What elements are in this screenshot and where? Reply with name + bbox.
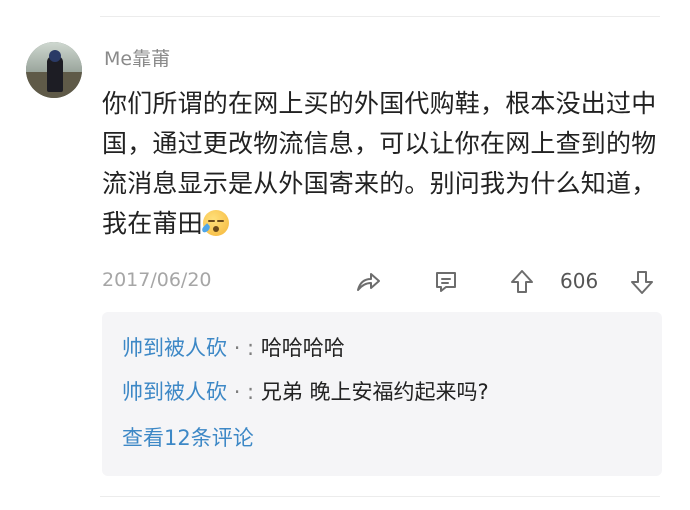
- upvote-arrow-icon: [511, 270, 533, 293]
- top-divider: [100, 16, 660, 17]
- reply-separator: · :: [233, 380, 255, 404]
- comment-body: 你们所谓的在网上买的外国代购鞋，根本没出过中国，通过更改物流信息，可以让你在网上…: [102, 84, 672, 244]
- reply-separator: · :: [233, 336, 255, 360]
- sleepy-face-emoji-icon: [200, 210, 229, 236]
- bottom-divider: [100, 496, 660, 497]
- downvote-arrow-icon: [631, 271, 653, 294]
- username[interactable]: Me靠莆: [104, 44, 170, 71]
- share-button[interactable]: [350, 264, 386, 300]
- reply-author[interactable]: 帅到被人砍: [122, 336, 227, 360]
- reply-author[interactable]: 帅到被人砍: [122, 380, 227, 404]
- reply-item[interactable]: 帅到被人砍 · : 哈哈哈哈: [122, 332, 345, 362]
- reply-text: 哈哈哈哈: [260, 336, 345, 360]
- upvote-count: 606: [560, 269, 599, 293]
- upvote-button[interactable]: [504, 264, 540, 300]
- replies-panel: 帅到被人砍 · : 哈哈哈哈 帅到被人砍 · : 兄弟 晚上安福约起来吗? 查看…: [102, 312, 662, 476]
- avatar[interactable]: [26, 42, 82, 98]
- share-arrow-icon: [357, 273, 380, 291]
- comment-bubble-icon: [436, 272, 456, 292]
- reply-text: 兄弟 晚上安福约起来吗?: [260, 380, 489, 404]
- reply-item[interactable]: 帅到被人砍 · : 兄弟 晚上安福约起来吗?: [122, 376, 489, 406]
- comment-button[interactable]: [428, 264, 464, 300]
- downvote-button[interactable]: [624, 264, 660, 300]
- comment-text: 你们所谓的在网上买的外国代购鞋，根本没出过中国，通过更改物流信息，可以让你在网上…: [102, 89, 657, 238]
- comment-date: 2017/06/20: [102, 269, 212, 291]
- view-more-comments-link[interactable]: 查看12条评论: [122, 422, 254, 452]
- comment-actions: 2017/06/20 606: [102, 264, 662, 300]
